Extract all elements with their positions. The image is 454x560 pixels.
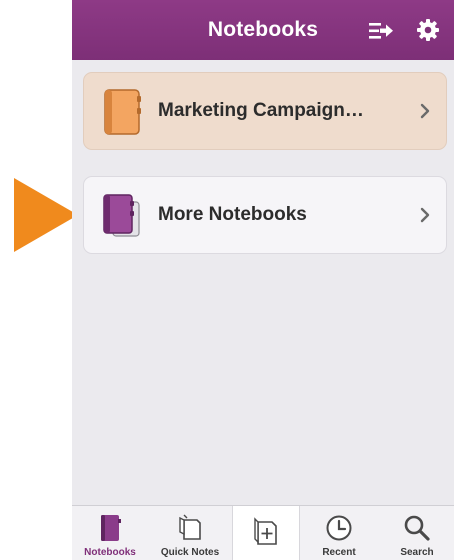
chevron-right-icon bbox=[420, 103, 430, 119]
settings-button[interactable] bbox=[416, 18, 440, 42]
notebook-item-more-notebooks[interactable]: More Notebooks bbox=[83, 176, 447, 254]
clock-icon bbox=[326, 515, 352, 541]
tab-label: Search bbox=[400, 547, 434, 558]
sync-button[interactable] bbox=[368, 20, 394, 42]
notebook-icon bbox=[101, 515, 121, 541]
quick-notes-icon bbox=[179, 514, 201, 540]
header-bar: Notebooks bbox=[72, 0, 454, 60]
notebook-orange-icon bbox=[104, 89, 141, 135]
notebook-label: Marketing Campaign… bbox=[158, 100, 364, 121]
new-page-button[interactable] bbox=[232, 506, 300, 560]
bottom-tab-bar: Notebooks Quick Notes Recent Search bbox=[72, 505, 454, 560]
tab-notebooks[interactable]: Notebooks bbox=[72, 506, 148, 560]
search-icon bbox=[404, 515, 430, 541]
new-page-icon bbox=[254, 517, 277, 545]
tab-recent[interactable]: Recent bbox=[298, 506, 380, 560]
notebook-label: More Notebooks bbox=[158, 204, 307, 225]
tab-label: Quick Notes bbox=[160, 547, 220, 558]
tab-label: Recent bbox=[322, 547, 356, 558]
sync-arrow-icon bbox=[369, 23, 393, 39]
gear-icon bbox=[417, 19, 439, 41]
page-title: Notebooks bbox=[207, 18, 319, 41]
notebook-stack-purple-icon bbox=[103, 194, 140, 237]
tab-quick-notes[interactable]: Quick Notes bbox=[148, 506, 232, 560]
tab-search[interactable]: Search bbox=[380, 506, 454, 560]
onenote-app: Notebooks Marketing Campaign… More Noteb… bbox=[72, 0, 454, 560]
notebook-item-marketing-campaign[interactable]: Marketing Campaign… bbox=[83, 72, 447, 150]
tab-label: Notebooks bbox=[84, 547, 136, 558]
chevron-right-icon bbox=[420, 207, 430, 223]
orange-arrow-pointer bbox=[14, 178, 78, 252]
